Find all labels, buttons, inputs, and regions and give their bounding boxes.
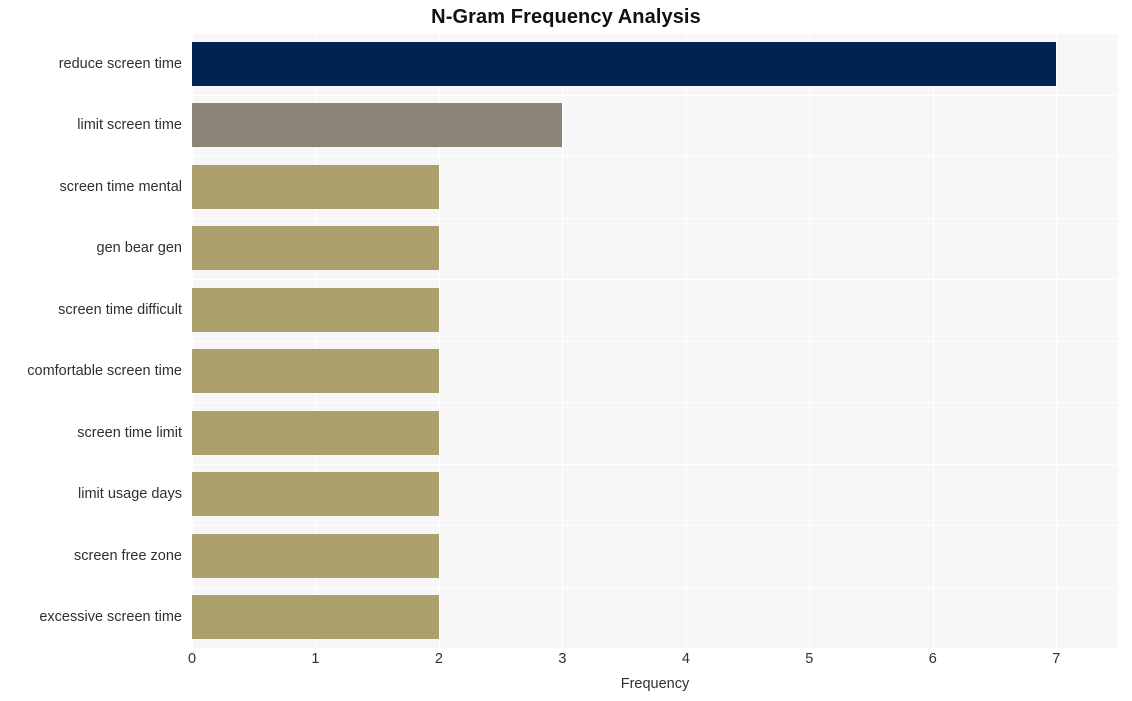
gridline-horizontal [192,33,1118,34]
gridline-horizontal [192,587,1118,588]
bar[interactable] [192,349,439,394]
gridline-horizontal [192,464,1118,465]
x-axis-tick-label: 4 [681,651,690,667]
bar[interactable] [192,226,439,271]
gridline-horizontal [192,525,1118,526]
bar[interactable] [192,410,439,455]
y-axis-label-group: reduce screen time limit screen time scree… [0,33,182,648]
x-axis-tick-label: 6 [928,651,937,667]
y-axis-tick-label: reduce screen time [58,55,182,72]
gridline-horizontal [192,218,1118,219]
x-axis-tick-label: 5 [805,651,814,667]
bar[interactable] [192,533,439,578]
y-axis-tick-label: screen free zone [73,547,182,564]
x-axis-tick-group: 0 1 2 3 4 5 6 7 [0,652,1132,676]
y-axis-tick-label: comfortable screen time [27,363,182,380]
gridline-horizontal [192,341,1118,342]
bar[interactable] [192,41,1057,86]
x-axis-tick-label: 0 [187,651,197,667]
bar[interactable] [192,595,439,640]
y-axis-tick-label: excessive screen time [39,609,182,626]
x-axis-tick-label: 2 [434,651,443,667]
bar[interactable] [192,103,563,148]
y-axis-tick-label: screen time limit [77,424,182,441]
gridline-horizontal [192,95,1118,96]
y-axis-tick-label: limit usage days [78,486,182,503]
x-axis-tick-label: 1 [311,651,320,667]
gridline-horizontal [192,402,1118,403]
y-axis-tick-label: limit screen time [77,117,182,134]
x-axis-tick-label: 3 [558,651,567,667]
y-axis-tick-label: screen time difficult [58,301,182,318]
ngram-frequency-chart: N-Gram Frequency Analysis reduce screen … [0,0,1132,701]
y-axis-tick-label: gen bear gen [96,240,182,257]
gridline-horizontal [192,156,1118,157]
x-axis-title: Frequency [620,676,690,692]
x-axis-tick-label: 7 [1052,651,1061,667]
chart-title: N-Gram Frequency Analysis [431,6,701,28]
plot-area [192,33,1118,648]
y-axis-tick-label: screen time mental [59,178,183,195]
bar[interactable] [192,472,439,517]
bar[interactable] [192,287,439,332]
bar[interactable] [192,164,439,209]
gridline-horizontal [192,279,1118,280]
